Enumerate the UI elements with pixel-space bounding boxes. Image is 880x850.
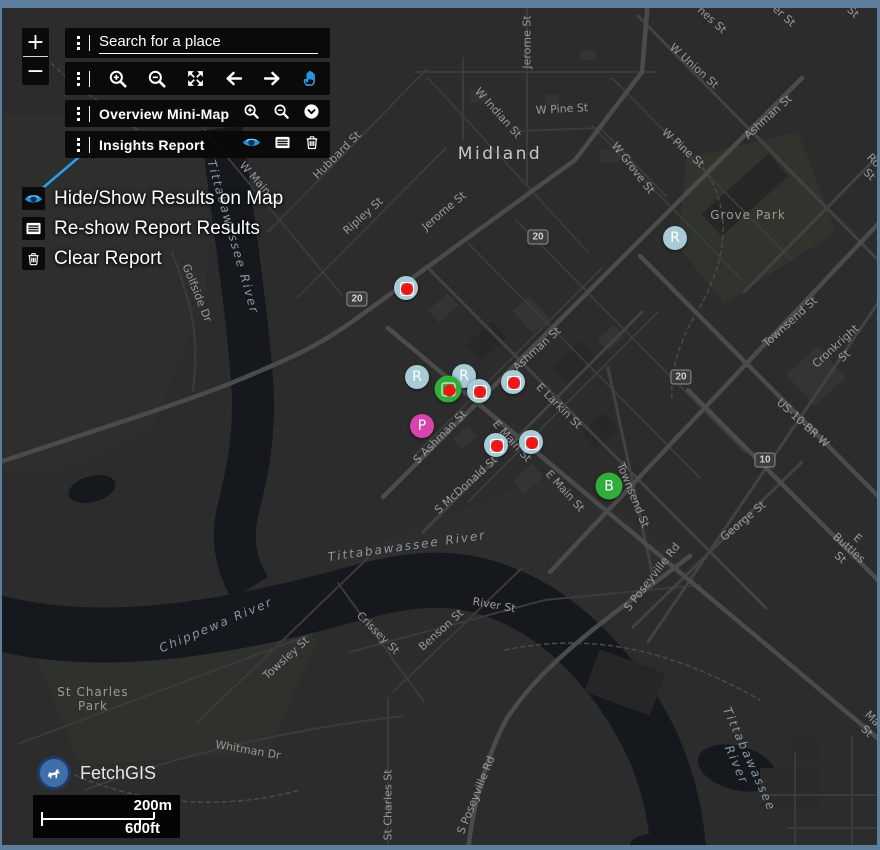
map-toolbar bbox=[65, 62, 330, 95]
zoom-in-icon[interactable] bbox=[243, 103, 260, 125]
map-marker-r[interactable]: R bbox=[405, 365, 429, 389]
map-marker-p[interactable]: P bbox=[410, 414, 434, 438]
zoom-control: + − bbox=[22, 28, 49, 85]
search-bar: Search for a place bbox=[65, 28, 330, 58]
map-marker-result[interactable] bbox=[394, 276, 418, 300]
fetchgis-map-app: MidlandJerome StW Union StW Pine StW Pin… bbox=[0, 0, 880, 850]
window-frame-top bbox=[0, 0, 880, 8]
result-dot-icon bbox=[442, 383, 455, 396]
eye-icon[interactable] bbox=[242, 135, 261, 155]
drag-handle-icon[interactable] bbox=[77, 138, 80, 152]
search-input[interactable]: Search for a place bbox=[99, 33, 318, 54]
marker-letter: P bbox=[418, 418, 426, 434]
scale-imperial-label: 600ft bbox=[125, 820, 160, 837]
insights-report-panel: Insights Report bbox=[65, 131, 330, 158]
report-icon[interactable] bbox=[274, 135, 291, 155]
map-marker-result[interactable] bbox=[501, 370, 525, 394]
divider bbox=[89, 71, 90, 87]
zoom-in-button[interactable]: + bbox=[22, 28, 49, 56]
next-extent-icon[interactable] bbox=[253, 69, 292, 88]
legend-label: Re-show Report Results bbox=[54, 218, 260, 240]
marker-letter: R bbox=[670, 230, 680, 246]
fetchgis-branding: FetchGIS bbox=[37, 756, 156, 790]
map-marker-b[interactable]: B bbox=[596, 473, 623, 500]
drag-handle-icon[interactable] bbox=[77, 36, 80, 50]
legend-item-clear-report: Clear Report bbox=[22, 247, 162, 270]
logo-text: FetchGIS bbox=[80, 763, 156, 784]
divider bbox=[89, 106, 90, 122]
map-canvas[interactable] bbox=[0, 0, 880, 850]
previous-extent-icon[interactable] bbox=[215, 69, 254, 88]
collapse-icon[interactable] bbox=[303, 103, 320, 125]
window-frame-bottom bbox=[0, 845, 880, 850]
drag-handle-icon[interactable] bbox=[77, 72, 80, 86]
marker-letter: B bbox=[604, 478, 614, 494]
zoom-extent-icon[interactable] bbox=[176, 69, 215, 88]
marker-letter: R bbox=[459, 368, 469, 384]
zoom-out-icon[interactable] bbox=[138, 69, 177, 89]
insights-report-title: Insights Report bbox=[99, 137, 205, 153]
divider bbox=[89, 35, 90, 51]
scale-bar: 200m 600ft bbox=[33, 795, 180, 838]
marker-letter: R bbox=[412, 369, 422, 385]
map-marker-result[interactable] bbox=[519, 430, 543, 454]
report-icon[interactable] bbox=[22, 217, 45, 240]
map-marker-result[interactable] bbox=[435, 376, 462, 403]
drag-handle-icon[interactable] bbox=[77, 107, 80, 121]
trash-icon[interactable] bbox=[22, 247, 45, 270]
divider bbox=[89, 137, 90, 153]
zoom-out-icon[interactable] bbox=[273, 103, 290, 125]
eye-icon[interactable] bbox=[22, 187, 45, 210]
result-dot-icon bbox=[400, 282, 413, 295]
zoom-out-button[interactable]: − bbox=[22, 57, 49, 85]
zoom-in-icon[interactable] bbox=[99, 69, 138, 89]
legend-item-reshow-report: Re-show Report Results bbox=[22, 217, 260, 240]
map-marker-result[interactable] bbox=[484, 433, 508, 457]
result-dot-icon bbox=[507, 376, 520, 389]
overview-minimap-panel: Overview Mini-Map bbox=[65, 100, 330, 127]
legend-item-show-results: Hide/Show Results on Map bbox=[22, 187, 283, 210]
overview-minimap-title: Overview Mini-Map bbox=[99, 106, 229, 122]
result-dot-icon bbox=[490, 439, 503, 452]
window-frame-left bbox=[0, 0, 2, 850]
map-marker-r[interactable]: R bbox=[663, 226, 687, 250]
result-dot-icon bbox=[525, 436, 538, 449]
trash-icon[interactable] bbox=[304, 134, 320, 156]
legend-label: Hide/Show Results on Map bbox=[54, 188, 283, 210]
pan-icon[interactable] bbox=[292, 69, 331, 88]
legend-label: Clear Report bbox=[54, 248, 162, 270]
dog-icon[interactable] bbox=[37, 756, 71, 790]
map-marker-result[interactable] bbox=[467, 379, 491, 403]
result-dot-icon bbox=[473, 385, 486, 398]
